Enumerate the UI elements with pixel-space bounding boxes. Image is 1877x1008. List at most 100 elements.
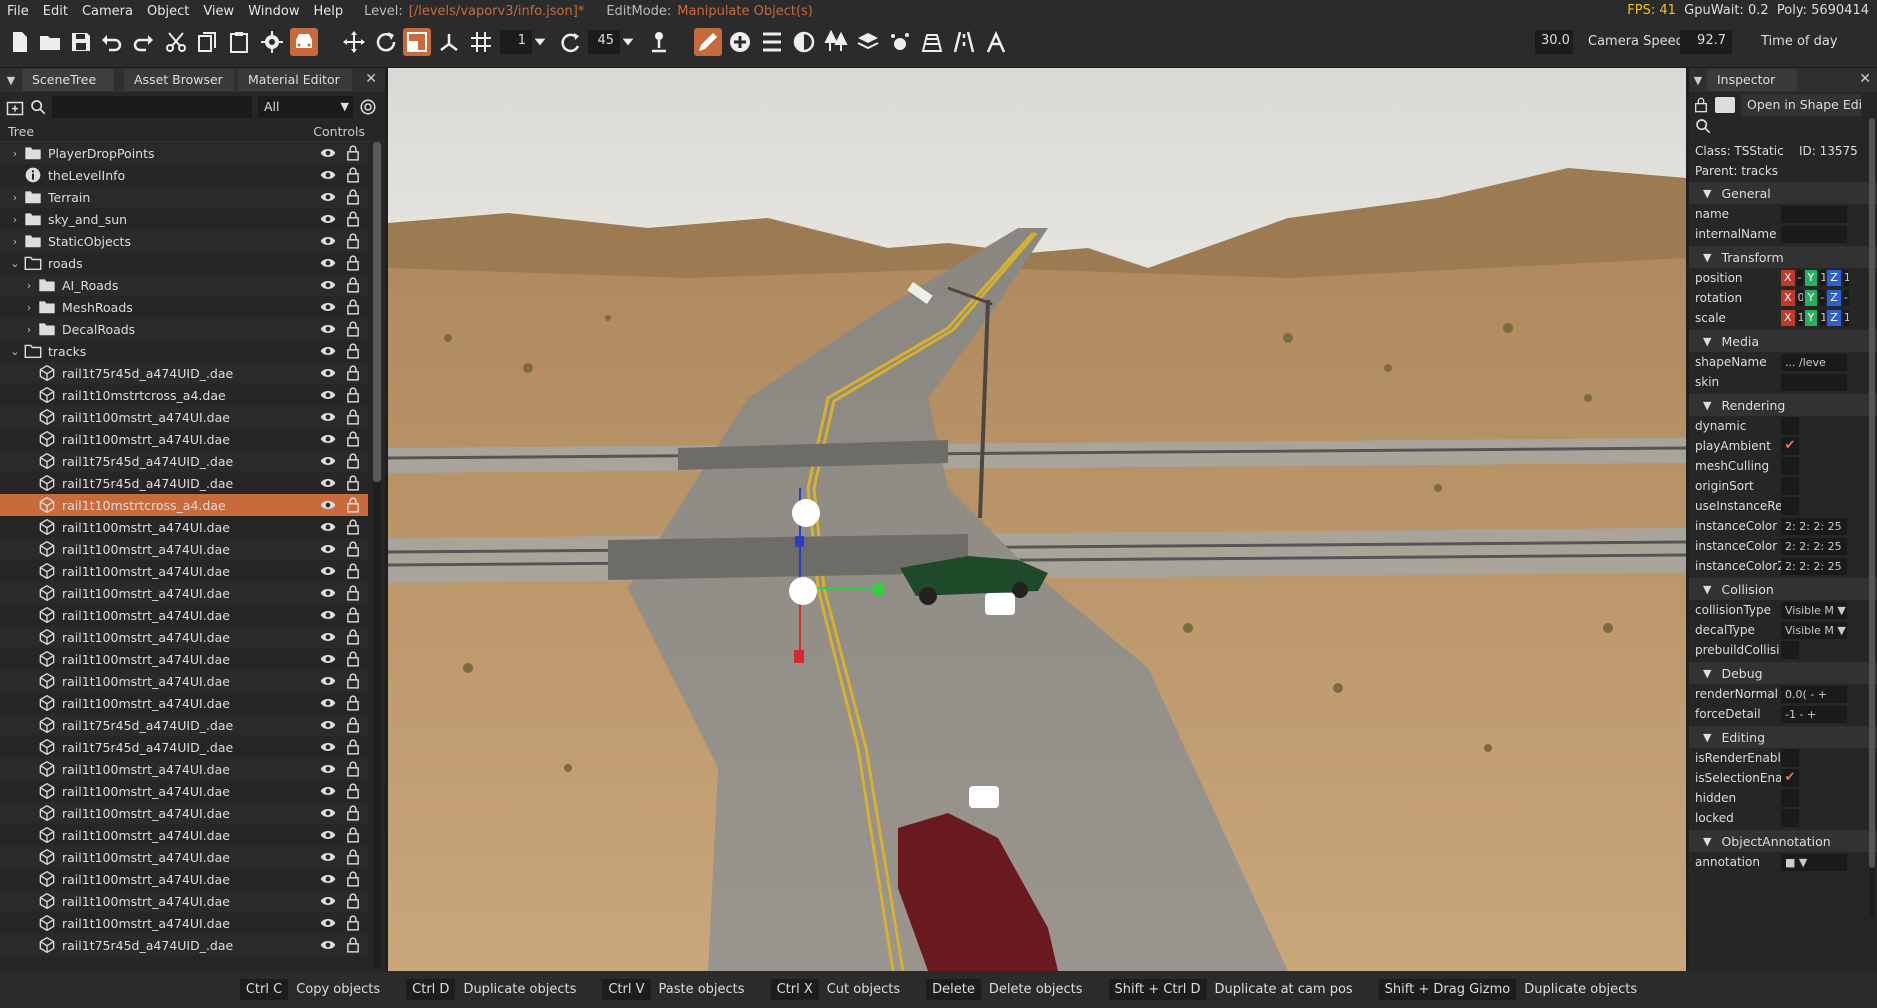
lock-icon[interactable] [346, 717, 360, 733]
property-checkbox[interactable]: ✔ [1781, 769, 1799, 787]
redo-icon[interactable] [129, 28, 157, 56]
save-icon[interactable] [67, 28, 95, 56]
tree-scrollbar[interactable] [373, 142, 381, 968]
visibility-eye-icon[interactable] [320, 190, 336, 204]
tree-row[interactable]: rail1t100mstrt_a474UI.dae [0, 824, 368, 846]
chevron-down-icon[interactable] [532, 28, 548, 56]
section-header[interactable]: ▼ Collision [1689, 578, 1877, 600]
property-checkbox[interactable] [1781, 457, 1799, 475]
property-checkbox[interactable] [1781, 749, 1799, 767]
lock-icon[interactable] [346, 673, 360, 689]
section-header[interactable]: ▼ ObjectAnnotation [1689, 830, 1877, 852]
visibility-eye-icon[interactable] [320, 410, 336, 424]
expand-arrow-icon[interactable]: › [22, 279, 36, 292]
collapse-triangle-icon[interactable]: ▼ [1703, 399, 1711, 412]
visibility-eye-icon[interactable] [320, 388, 336, 402]
lock-icon[interactable] [346, 299, 360, 315]
z-axis-field[interactable]: - [1842, 290, 1849, 306]
collapse-triangle-icon[interactable]: ▼ [1703, 335, 1711, 348]
property-checkbox[interactable] [1781, 477, 1799, 495]
tree-row[interactable]: rail1t100mstrt_a474UI.dae [0, 406, 368, 428]
3d-viewport[interactable] [388, 68, 1686, 971]
menu-window[interactable]: Window [241, 4, 306, 19]
property-field[interactable]: 2: 2: 2: 25 [1781, 537, 1847, 555]
visibility-eye-icon[interactable] [320, 256, 336, 270]
drop-to-ground-icon[interactable] [645, 28, 673, 56]
tree-row[interactable]: rail1t75r45d_a474UID_.dae [0, 736, 368, 758]
lock-icon[interactable] [346, 453, 360, 469]
section-header[interactable]: ▼ Rendering [1689, 394, 1877, 416]
decal-road-icon[interactable] [950, 28, 978, 56]
tab-material-editor[interactable]: Material Editor [238, 69, 352, 91]
collapse-triangle-icon[interactable]: ▼ [1703, 251, 1711, 264]
visibility-eye-icon[interactable] [320, 542, 336, 556]
tab-scenetree[interactable]: SceneTree [22, 69, 114, 91]
tree-row[interactable]: rail1t100mstrt_a474UI.dae [0, 868, 368, 890]
rotation-snap-icon[interactable] [556, 28, 584, 56]
tree-row[interactable]: › Terrain [0, 186, 368, 208]
visibility-eye-icon[interactable] [320, 718, 336, 732]
expand-arrow-icon[interactable]: ⌄ [8, 257, 22, 270]
x-axis-field[interactable]: - [1796, 270, 1803, 286]
cut-icon[interactable] [162, 28, 190, 56]
property-checkbox[interactable] [1781, 789, 1799, 807]
property-field[interactable]: ... /leve [1781, 353, 1847, 371]
lock-icon[interactable] [346, 585, 360, 601]
new-window-icon[interactable] [1715, 97, 1735, 113]
lock-icon[interactable] [346, 475, 360, 491]
x-axis-field[interactable]: 0 [1796, 290, 1803, 306]
menu-edit[interactable]: Edit [36, 4, 75, 19]
tree-row[interactable]: › sky_and_sun [0, 208, 368, 230]
close-icon[interactable]: ✕ [365, 71, 377, 87]
property-field[interactable]: Visible M ▼ [1781, 621, 1847, 639]
visibility-eye-icon[interactable] [320, 234, 336, 248]
lock-icon[interactable] [346, 497, 360, 513]
property-field[interactable] [1781, 373, 1847, 391]
lock-icon[interactable] [346, 409, 360, 425]
expand-arrow-icon[interactable]: ⌄ [8, 345, 22, 358]
visibility-eye-icon[interactable] [320, 762, 336, 776]
lock-icon[interactable] [346, 607, 360, 623]
visibility-eye-icon[interactable] [320, 476, 336, 490]
property-field[interactable]: 0.0( - + [1781, 685, 1847, 703]
menu-camera[interactable]: Camera [75, 4, 140, 19]
visibility-eye-icon[interactable] [320, 850, 336, 864]
settings-gear-icon[interactable] [258, 28, 286, 56]
lock-icon[interactable] [346, 871, 360, 887]
lock-icon[interactable] [346, 739, 360, 755]
road-tool-icon[interactable] [758, 28, 786, 56]
inspector-scrollbar[interactable] [1869, 118, 1875, 918]
collapse-triangle-icon[interactable]: ▼ [1703, 731, 1711, 744]
lock-icon[interactable] [346, 321, 360, 337]
visibility-eye-icon[interactable] [320, 828, 336, 842]
tree-row[interactable]: rail1t100mstrt_a474UI.dae [0, 758, 368, 780]
tree-row[interactable]: › DecalRoads [0, 318, 368, 340]
tab-asset-browser[interactable]: Asset Browser [124, 69, 234, 91]
collapse-triangle-icon[interactable]: ▼ [1703, 187, 1711, 200]
lock-icon[interactable] [346, 277, 360, 293]
property-checkbox[interactable] [1781, 497, 1799, 515]
stairs-tool-icon[interactable] [918, 28, 946, 56]
tree-row[interactable]: rail1t10mstrtcross_a4.dae [0, 384, 368, 406]
visibility-eye-icon[interactable] [320, 740, 336, 754]
visibility-eye-icon[interactable] [320, 278, 336, 292]
expand-arrow-icon[interactable]: › [8, 235, 22, 248]
expand-arrow-icon[interactable]: › [22, 301, 36, 314]
expand-arrow-icon[interactable]: › [8, 191, 22, 204]
visibility-eye-icon[interactable] [320, 498, 336, 512]
tree-row[interactable]: rail1t75r45d_a474UID_.dae [0, 450, 368, 472]
filter-select[interactable]: All ▼ [258, 96, 353, 118]
paste-icon[interactable] [225, 28, 253, 56]
visibility-eye-icon[interactable] [320, 674, 336, 688]
scale-gizmo-icon[interactable] [403, 28, 431, 56]
panel-menu-icon[interactable]: ▼ [0, 74, 22, 87]
visibility-eye-icon[interactable] [320, 300, 336, 314]
visibility-eye-icon[interactable] [320, 168, 336, 182]
visibility-eye-icon[interactable] [320, 872, 336, 886]
menu-file[interactable]: File [0, 4, 36, 19]
tree-row[interactable]: rail1t75r45d_a474UID_.dae [0, 714, 368, 736]
lock-icon[interactable] [346, 827, 360, 843]
tree-row[interactable]: rail1t100mstrt_a474UI.dae [0, 626, 368, 648]
expand-arrow-icon[interactable]: › [22, 323, 36, 336]
edit-pencil-icon[interactable] [694, 28, 722, 56]
